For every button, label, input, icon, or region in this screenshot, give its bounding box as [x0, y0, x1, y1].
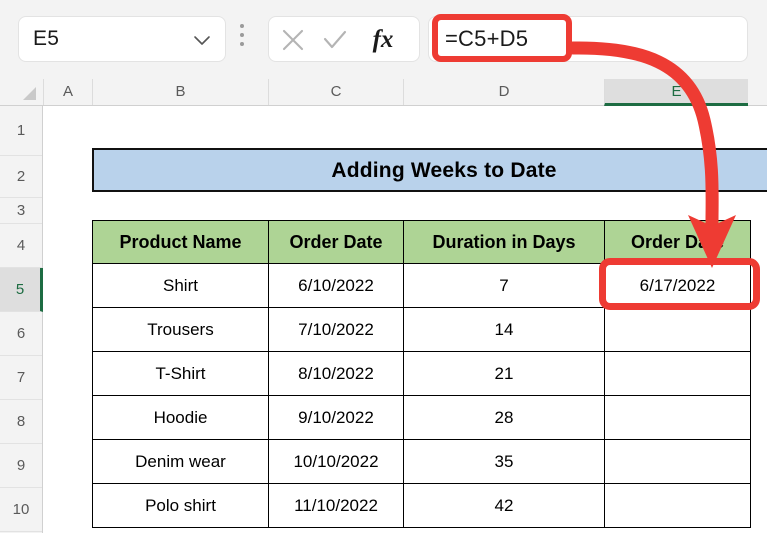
- cell-c9[interactable]: 10/10/2022: [268, 439, 404, 484]
- header-product-name[interactable]: Product Name: [92, 220, 269, 264]
- column-header-a[interactable]: A: [43, 79, 92, 105]
- cell-b8[interactable]: Hoodie: [92, 395, 269, 440]
- row-header-1[interactable]: 1: [0, 106, 42, 156]
- select-all-corner[interactable]: [0, 79, 43, 105]
- table-row: Trousers 7/10/2022 14: [92, 307, 751, 352]
- cell-b7[interactable]: T-Shirt: [92, 351, 269, 396]
- row-header-8[interactable]: 8: [0, 400, 42, 444]
- column-header-e[interactable]: E: [604, 79, 748, 106]
- cell-d9[interactable]: 35: [403, 439, 605, 484]
- formula-bar-strip: E5 fx =C5+D5: [0, 0, 767, 79]
- cell-d8[interactable]: 28: [403, 395, 605, 440]
- cell-c7[interactable]: 8/10/2022: [268, 351, 404, 396]
- column-header-bar: A B C D E: [0, 79, 767, 106]
- row-header-7[interactable]: 7: [0, 356, 42, 400]
- table-row: T-Shirt 8/10/2022 21: [92, 351, 751, 396]
- row-header-10[interactable]: 10: [0, 488, 42, 532]
- fx-icon[interactable]: fx: [366, 23, 400, 57]
- row-header-4[interactable]: 4: [0, 224, 42, 268]
- cell-e10[interactable]: [604, 483, 751, 528]
- kebab-menu-icon[interactable]: [240, 24, 245, 54]
- name-box[interactable]: E5: [18, 16, 226, 62]
- cell-d6[interactable]: 14: [403, 307, 605, 352]
- cell-c10[interactable]: 11/10/2022: [268, 483, 404, 528]
- cell-b5[interactable]: Shirt: [92, 263, 269, 308]
- row-header-3[interactable]: 3: [0, 198, 42, 224]
- row-header-5[interactable]: 5: [0, 268, 43, 312]
- cell-c5[interactable]: 6/10/2022: [268, 263, 404, 308]
- column-header-d[interactable]: D: [403, 79, 604, 105]
- chevron-down-icon[interactable]: [192, 30, 212, 50]
- cell-e6[interactable]: [604, 307, 751, 352]
- column-header-c[interactable]: C: [268, 79, 403, 105]
- title-banner-cell[interactable]: Adding Weeks to Date: [92, 148, 767, 192]
- check-icon[interactable]: [321, 26, 349, 54]
- cell-e8[interactable]: [604, 395, 751, 440]
- row-header-6[interactable]: 6: [0, 312, 42, 356]
- cell-d5[interactable]: 7: [403, 263, 605, 308]
- formula-actions-group: fx: [268, 16, 420, 62]
- cell-c6[interactable]: 7/10/2022: [268, 307, 404, 352]
- header-order-date[interactable]: Order Date: [268, 220, 404, 264]
- close-icon[interactable]: [279, 26, 307, 54]
- cell-b6[interactable]: Trousers: [92, 307, 269, 352]
- cell-e9[interactable]: [604, 439, 751, 484]
- select-all-triangle-icon: [23, 87, 36, 100]
- table-row: Hoodie 9/10/2022 28: [92, 395, 751, 440]
- cell-d10[interactable]: 42: [403, 483, 605, 528]
- table-row: Polo shirt 11/10/2022 42: [92, 483, 751, 528]
- cell-b9[interactable]: Denim wear: [92, 439, 269, 484]
- column-header-b[interactable]: B: [92, 79, 268, 105]
- cell-e7[interactable]: [604, 351, 751, 396]
- cell-d7[interactable]: 21: [403, 351, 605, 396]
- name-box-value: E5: [33, 27, 60, 50]
- row-header-bar: 1 2 3 4 5 6 7 8 9 10: [0, 106, 43, 533]
- excel-window: E5 fx =C5+D5 A B C D E 1 2 3 4 5 6 7 8 9…: [0, 0, 767, 533]
- row-header-9[interactable]: 9: [0, 444, 42, 488]
- header-duration-in-days[interactable]: Duration in Days: [403, 220, 605, 264]
- cell-c8[interactable]: 9/10/2022: [268, 395, 404, 440]
- cell-highlight-box: [599, 258, 760, 310]
- row-header-2[interactable]: 2: [0, 156, 42, 198]
- formula-highlight-box: [432, 14, 572, 62]
- table-row: Denim wear 10/10/2022 35: [92, 439, 751, 484]
- cell-b10[interactable]: Polo shirt: [92, 483, 269, 528]
- spreadsheet-grid[interactable]: Adding Weeks to Date Product Name Order …: [44, 106, 767, 533]
